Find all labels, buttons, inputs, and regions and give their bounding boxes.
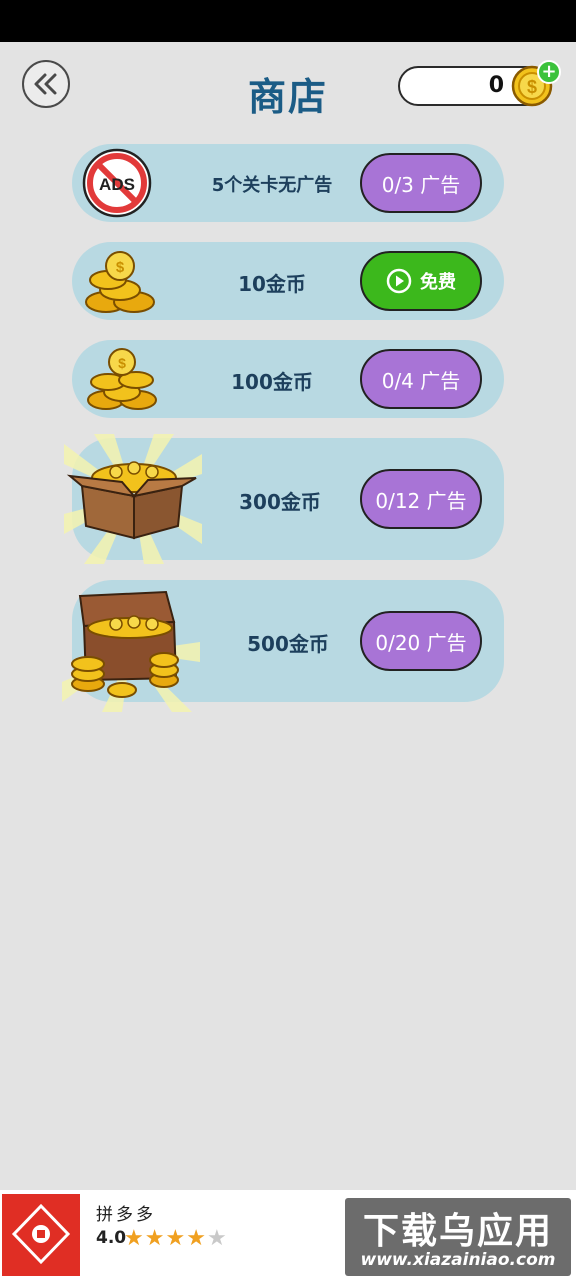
- play-icon: [386, 268, 412, 294]
- free-claim-label: 免费: [420, 272, 456, 293]
- star-icon: ★: [186, 1226, 207, 1251]
- watermark-url: www.xiazainiao.com: [360, 1250, 556, 1270]
- watch-ad-button[interactable]: 0/3 广告: [360, 153, 482, 213]
- watch-ad-button[interactable]: 0/4 广告: [360, 349, 482, 409]
- star-icon: ★: [206, 1226, 228, 1251]
- svg-text:$: $: [116, 259, 125, 276]
- shop-item-300-coins: 300金币 0/12 广告: [64, 434, 504, 564]
- coin-count: 0: [488, 73, 504, 98]
- watermark: 下载乌应用 www.xiazainiao.com: [345, 1198, 571, 1276]
- star-icon: ★: [165, 1226, 187, 1251]
- coin-stack-medium-icon: $: [87, 348, 157, 410]
- coin-stack-small-icon: $: [85, 251, 155, 313]
- app-logo-icon: [2, 1194, 80, 1276]
- watermark-text: 下载乌应用: [362, 1211, 553, 1252]
- no-ads-icon: ADS: [82, 148, 152, 218]
- shop-item-label: 300金币: [239, 490, 321, 514]
- shop-item-label: 500金币: [247, 632, 329, 656]
- add-coins-button[interactable]: +: [537, 60, 561, 84]
- watch-ad-button[interactable]: 0/12 广告: [360, 469, 482, 529]
- coin-counter: 0 $: [398, 65, 553, 107]
- free-claim-button[interactable]: 免费: [360, 251, 482, 311]
- svg-text:ADS: ADS: [99, 175, 135, 194]
- ad-rating-stars: ★★★★★: [124, 1226, 228, 1251]
- shop-item-no-ads: ADS 5个关卡无广告 0/3 广告: [72, 144, 504, 222]
- shop-item-label: 100金币: [231, 370, 313, 394]
- treasure-chest-icon: [62, 590, 200, 712]
- star-icon: ★: [124, 1226, 145, 1251]
- shop-item-10-coins: $ 10金币 免费: [72, 242, 504, 320]
- ad-rating: 4.0: [96, 1228, 127, 1248]
- shop-item-label: 10金币: [238, 272, 306, 296]
- star-icon: ★: [144, 1226, 166, 1251]
- shop-item-label: 5个关卡无广告: [211, 175, 333, 196]
- watch-ad-button[interactable]: 0/20 广告: [360, 611, 482, 671]
- svg-text:$: $: [527, 77, 537, 97]
- status-bar: [0, 0, 576, 42]
- svg-text:$: $: [118, 355, 126, 371]
- ad-app-name: 拼多多: [96, 1205, 156, 1225]
- shop-item-100-coins: $ 100金币 0/4 广告: [72, 340, 504, 418]
- shop-item-500-coins: 500金币 0/20 广告: [62, 580, 504, 712]
- ad-banner[interactable]: 拼多多 4.0 ★★★★★ 下载乌应用 www.xiazainiao.com: [0, 1190, 576, 1280]
